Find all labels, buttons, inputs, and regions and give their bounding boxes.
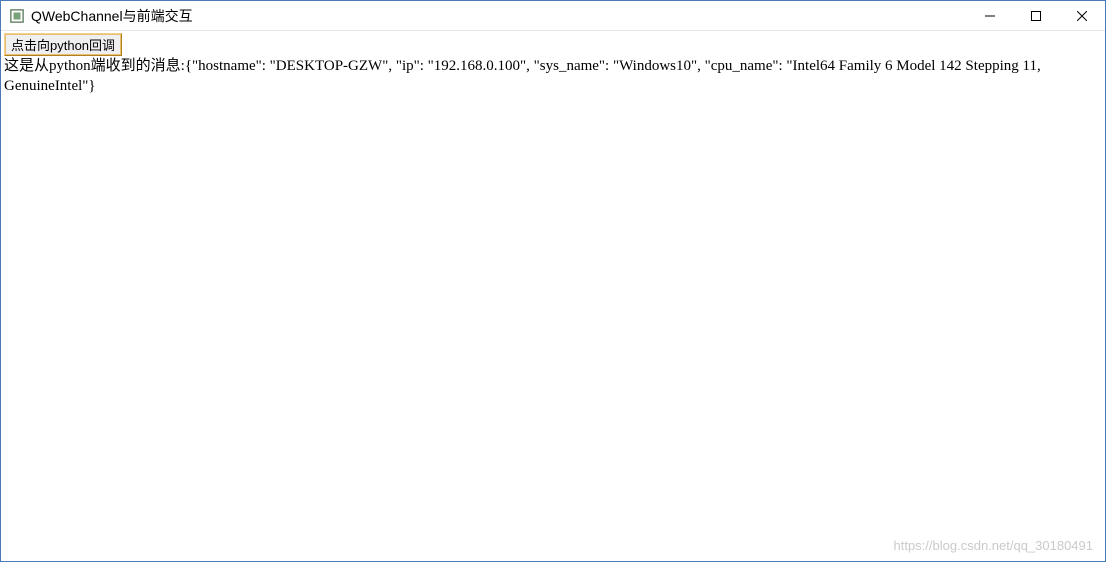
content-area: 点击向python回调 这是从python端收到的消息:{"hostname":…	[1, 31, 1105, 98]
titlebar-left: QWebChannel与前端交互	[9, 6, 193, 26]
close-button[interactable]	[1059, 1, 1105, 30]
python-callback-button[interactable]: 点击向python回调	[4, 33, 122, 56]
window-title: QWebChannel与前端交互	[31, 6, 193, 26]
received-message-text: 这是从python端收到的消息:{"hostname": "DESKTOP-GZ…	[4, 57, 1102, 96]
maximize-button[interactable]	[1013, 1, 1059, 30]
window-controls	[967, 1, 1105, 30]
titlebar: QWebChannel与前端交互	[1, 1, 1105, 31]
minimize-button[interactable]	[967, 1, 1013, 30]
watermark-text: https://blog.csdn.net/qq_30180491	[894, 538, 1094, 553]
app-icon	[9, 8, 25, 24]
